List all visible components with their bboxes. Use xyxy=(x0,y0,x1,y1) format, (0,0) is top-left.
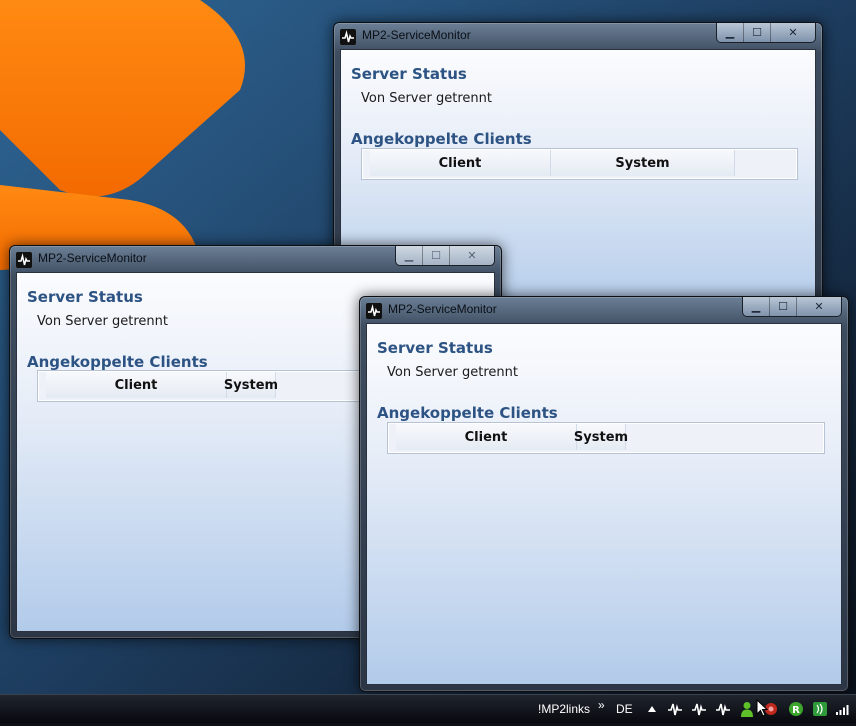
column-header-client[interactable]: Client xyxy=(46,372,227,398)
mouse-cursor-icon xyxy=(756,698,769,721)
language-indicator[interactable]: DE xyxy=(616,702,633,716)
show-hidden-icons-button[interactable] xyxy=(644,701,660,717)
title-bar[interactable]: MP2-ServiceMonitor ▁ ☐ ✕ xyxy=(10,246,501,272)
taskbar: !MP2links » DE R xyxy=(0,694,856,723)
server-status-heading: Server Status xyxy=(377,339,493,357)
clients-heading: Angekoppelte Clients xyxy=(377,404,558,422)
close-icon: ✕ xyxy=(467,249,477,262)
clients-grid[interactable]: Client System xyxy=(387,422,825,454)
column-header-system[interactable]: System xyxy=(574,424,628,450)
server-status-text: Von Server getrennt xyxy=(361,91,492,106)
window-title: MP2-ServiceMonitor xyxy=(388,302,497,316)
close-button[interactable]: ✕ xyxy=(770,23,815,42)
title-bar[interactable]: MP2-ServiceMonitor ▁ ☐ ✕ xyxy=(360,297,848,323)
svg-text:R: R xyxy=(792,705,800,716)
close-icon: ✕ xyxy=(814,300,824,313)
maximize-icon: ☐ xyxy=(778,300,788,313)
servicemonitor-tray-icon[interactable] xyxy=(667,701,683,717)
window-title: MP2-ServiceMonitor xyxy=(38,251,147,265)
maximize-button[interactable]: ☐ xyxy=(743,23,770,42)
column-header-system[interactable]: System xyxy=(551,150,735,176)
minimize-icon: ▁ xyxy=(725,26,735,39)
title-bar[interactable]: MP2-ServiceMonitor ▁ ☐ ✕ xyxy=(334,23,822,49)
window-client-area: Server Status Von Server getrennt Angeko… xyxy=(366,323,842,685)
close-icon: ✕ xyxy=(788,26,798,39)
server-status-heading: Server Status xyxy=(351,65,467,83)
caption-buttons: ▁ ☐ ✕ xyxy=(395,246,495,266)
servicemonitor-app-icon xyxy=(16,252,32,268)
clients-grid[interactable]: Client System xyxy=(361,148,798,180)
servicemonitor-app-icon xyxy=(366,303,382,319)
caption-buttons: ▁ ☐ ✕ xyxy=(716,23,816,43)
clients-heading: Angekoppelte Clients xyxy=(27,353,208,371)
close-button[interactable]: ✕ xyxy=(449,246,494,265)
clients-heading: Angekoppelte Clients xyxy=(351,130,532,148)
column-header-client[interactable]: Client xyxy=(396,424,577,450)
maximize-button[interactable]: ☐ xyxy=(769,297,796,316)
close-button[interactable]: ✕ xyxy=(796,297,841,316)
minimize-button[interactable]: ▁ xyxy=(396,246,422,265)
column-header-system[interactable]: System xyxy=(224,372,278,398)
minimize-button[interactable]: ▁ xyxy=(717,23,743,42)
user-icon[interactable] xyxy=(739,701,755,717)
caption-buttons: ▁ ☐ ✕ xyxy=(742,297,842,317)
servicemonitor-tray-icon[interactable] xyxy=(715,701,731,717)
window-title: MP2-ServiceMonitor xyxy=(362,28,471,42)
maximize-icon: ☐ xyxy=(431,249,441,262)
minimize-icon: ▁ xyxy=(751,300,761,313)
column-header-client[interactable]: Client xyxy=(370,150,551,176)
network-icon[interactable] xyxy=(812,701,828,717)
maximize-icon: ☐ xyxy=(752,26,762,39)
service-monitor-window-3[interactable]: MP2-ServiceMonitor ▁ ☐ ✕ Server Status V… xyxy=(359,296,849,692)
server-status-text: Von Server getrennt xyxy=(37,314,168,329)
servicemonitor-app-icon xyxy=(340,29,356,45)
toolbar-label[interactable]: !MP2links xyxy=(538,702,590,716)
signal-icon[interactable] xyxy=(835,701,851,717)
minimize-button[interactable]: ▁ xyxy=(743,297,769,316)
toolbar-chevron-icon[interactable]: » xyxy=(598,698,605,712)
maximize-button[interactable]: ☐ xyxy=(422,246,449,265)
server-status-heading: Server Status xyxy=(27,288,143,306)
servicemonitor-tray-icon[interactable] xyxy=(691,701,707,717)
server-status-text: Von Server getrennt xyxy=(387,365,518,380)
green-r-icon[interactable]: R xyxy=(788,701,804,717)
minimize-icon: ▁ xyxy=(404,249,414,262)
